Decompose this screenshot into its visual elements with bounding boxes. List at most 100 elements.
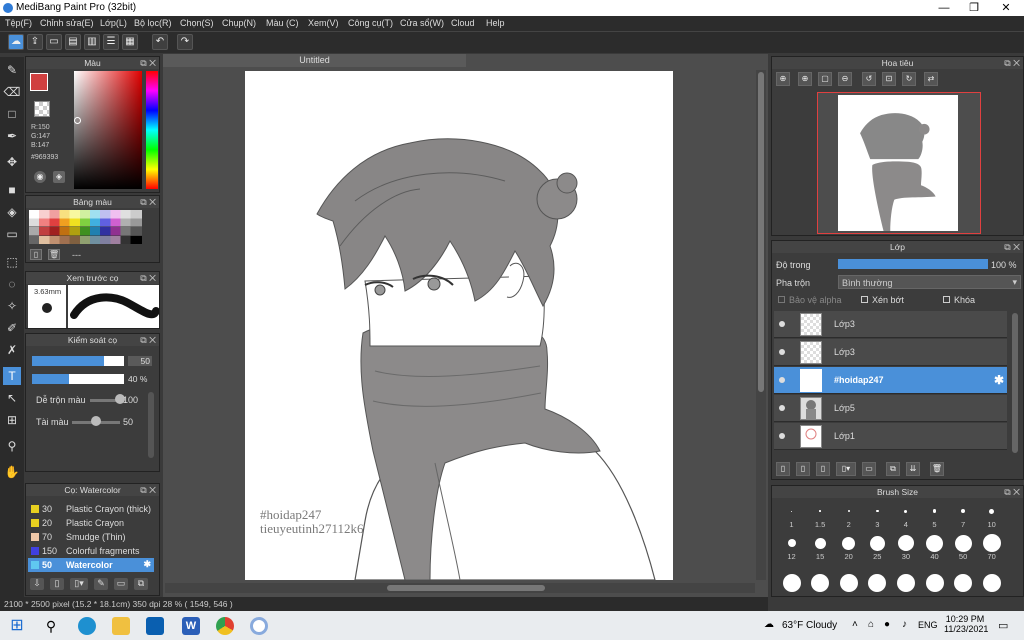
message-icon[interactable]: ▤ bbox=[65, 34, 81, 50]
weather-text[interactable]: 63°F Cloudy bbox=[782, 620, 837, 631]
visibility-icon[interactable] bbox=[779, 405, 785, 411]
folder-icon[interactable]: ▭ bbox=[862, 462, 876, 476]
clock[interactable]: 10:29 PM 11/23/2021 bbox=[944, 614, 988, 634]
operation-tool-icon[interactable]: ↖ bbox=[3, 389, 21, 407]
brush-size-preset[interactable] bbox=[892, 574, 919, 592]
brush-size-preset[interactable]: 25 bbox=[864, 534, 891, 561]
chrome-icon[interactable] bbox=[216, 617, 234, 635]
brush-size-preset[interactable] bbox=[835, 574, 862, 592]
blend-mode-select[interactable]: Bình thường ▾ bbox=[838, 275, 1021, 289]
word-icon[interactable]: W bbox=[182, 617, 200, 635]
comment-icon[interactable]: ▭ bbox=[46, 34, 62, 50]
menu-color[interactable]: Màu (C) bbox=[266, 18, 299, 28]
delete-palette-icon[interactable]: 🗑 bbox=[48, 249, 60, 260]
layer-opacity-slider[interactable] bbox=[838, 259, 988, 269]
saturation-picker[interactable] bbox=[74, 71, 142, 189]
new-halftone-layer-icon[interactable]: ▯ bbox=[796, 462, 810, 476]
move-tool-icon[interactable]: ✥ bbox=[3, 153, 21, 171]
visibility-icon[interactable] bbox=[779, 433, 785, 439]
brush-item[interactable]: 20 Plastic Crayon bbox=[28, 516, 154, 530]
menu-filter[interactable]: Bộ lọc(R) bbox=[134, 18, 172, 28]
merge-down-icon[interactable]: ⇊ bbox=[906, 462, 920, 476]
zoom-in-icon[interactable]: ⊕ bbox=[776, 72, 790, 86]
brush-size-preset[interactable]: 20 bbox=[835, 534, 862, 561]
magic-wand-icon[interactable]: ✧ bbox=[3, 297, 21, 315]
minimize-icon[interactable]: — bbox=[928, 0, 960, 16]
canvas-horizontal-scrollbar[interactable] bbox=[165, 583, 755, 593]
brush-size-preset[interactable] bbox=[978, 574, 1005, 592]
brush-size-preset[interactable]: 50 bbox=[950, 534, 977, 561]
brush-size-preset[interactable]: 15 bbox=[807, 534, 834, 561]
layer-row-selected[interactable]: #hoidap247 ✱ bbox=[774, 367, 1007, 394]
folder-icon[interactable]: ▭ bbox=[114, 578, 128, 590]
lock-checkbox[interactable] bbox=[943, 296, 950, 303]
search-icon[interactable]: ⚲ bbox=[42, 617, 60, 635]
brush-size-preset[interactable] bbox=[807, 574, 834, 592]
menu-edit[interactable]: Chỉnh sửa(E) bbox=[40, 18, 94, 28]
rect-tool-icon[interactable]: □ bbox=[3, 105, 21, 123]
edge-icon[interactable] bbox=[78, 617, 96, 635]
menu-layer[interactable]: Lớp(L) bbox=[100, 18, 127, 28]
protect-alpha-checkbox[interactable] bbox=[778, 296, 785, 303]
divide-tool-icon[interactable]: ⊞ bbox=[3, 411, 21, 429]
brush-size-preset[interactable]: 10 bbox=[978, 502, 1005, 529]
start-icon[interactable]: ⊞ bbox=[8, 617, 26, 635]
close-icon[interactable]: ⧉ ✕ bbox=[1004, 57, 1020, 69]
document-tab[interactable]: Untitled bbox=[163, 54, 466, 67]
brush-size-preset[interactable]: 12 bbox=[778, 534, 805, 561]
volume-icon[interactable]: ♪ bbox=[902, 619, 907, 630]
canvas-vertical-scrollbar[interactable] bbox=[756, 70, 766, 580]
brush-item-selected[interactable]: 50 Watercolor ✱ bbox=[28, 558, 154, 572]
menu-select[interactable]: Chọn(S) bbox=[180, 18, 214, 28]
color-settings-icon[interactable]: ◈ bbox=[53, 171, 65, 183]
brush-size-preset[interactable]: 1.5 bbox=[807, 502, 834, 529]
brush-size-slider[interactable] bbox=[32, 356, 124, 366]
foreground-color-swatch[interactable] bbox=[30, 73, 48, 91]
redo-icon[interactable]: ↷ bbox=[177, 34, 193, 50]
palette-icon[interactable]: ◉ bbox=[34, 171, 46, 183]
flip-icon[interactable]: ⇄ bbox=[924, 72, 938, 86]
brush-size-preset[interactable]: 4 bbox=[892, 502, 919, 529]
close-icon[interactable]: ⧉ ✕ bbox=[1004, 486, 1020, 498]
brush-size-value[interactable]: 50 bbox=[128, 356, 152, 366]
brush-control-scrollbar[interactable] bbox=[148, 392, 154, 458]
tray-chevron-icon[interactable]: ˄ bbox=[852, 619, 858, 630]
network-icon[interactable]: ⌂ bbox=[868, 619, 874, 630]
zoom-fit-icon[interactable]: ⊕ bbox=[798, 72, 812, 86]
new-brush-icon[interactable]: ▯ bbox=[50, 578, 64, 590]
weather-icon[interactable]: ☁ bbox=[764, 619, 774, 630]
rotate-right-icon[interactable]: ↻ bbox=[902, 72, 916, 86]
menu-cloud[interactable]: Cloud bbox=[451, 18, 475, 28]
medibang-icon[interactable] bbox=[250, 617, 268, 635]
add-brush-icon[interactable]: ▯▾ bbox=[70, 578, 88, 590]
brush-size-preset[interactable]: 30 bbox=[892, 534, 919, 561]
visibility-icon[interactable] bbox=[779, 377, 785, 383]
select-tool-icon[interactable]: ⬚ bbox=[3, 253, 21, 271]
layer-row[interactable]: Lớp1 bbox=[774, 423, 1007, 450]
brush-item[interactable]: 150 Colorful fragments bbox=[28, 544, 154, 558]
layer-row[interactable]: Lớp3 bbox=[774, 339, 1007, 366]
cloud-icon[interactable]: ☁ bbox=[8, 34, 24, 50]
brush-size-preset[interactable] bbox=[864, 574, 891, 592]
brush-size-preset[interactable]: 1 bbox=[778, 502, 805, 529]
navigator-preview[interactable] bbox=[817, 92, 981, 234]
brush-size-preset[interactable]: 3 bbox=[864, 502, 891, 529]
visibility-icon[interactable] bbox=[779, 349, 785, 355]
picker-handle[interactable] bbox=[74, 117, 81, 124]
new-layer-icon[interactable]: ▯ bbox=[776, 462, 790, 476]
rotate-reset-icon[interactable]: ⊡ bbox=[882, 72, 896, 86]
maximize-icon[interactable]: ❐ bbox=[958, 0, 990, 16]
brush-cloud-icon[interactable]: ⇩ bbox=[30, 578, 44, 590]
list-icon[interactable]: ☰ bbox=[103, 34, 119, 50]
pen-tool-icon[interactable]: ✒ bbox=[3, 127, 21, 145]
scroll-thumb[interactable] bbox=[387, 585, 545, 591]
edit-brush-icon[interactable]: ✎ bbox=[94, 578, 108, 590]
eyedropper-tool-icon[interactable]: ⚲ bbox=[3, 437, 21, 455]
clip-checkbox[interactable] bbox=[861, 296, 868, 303]
amount-slider-knob[interactable] bbox=[91, 416, 101, 426]
hand-tool-icon[interactable]: ✋ bbox=[3, 463, 21, 481]
gear-icon[interactable]: ✱ bbox=[143, 559, 151, 570]
select-pen-icon[interactable]: ✐ bbox=[3, 319, 21, 337]
new-palette-icon[interactable]: ▯ bbox=[30, 249, 42, 260]
menu-tools[interactable]: Công cụ(T) bbox=[348, 18, 393, 28]
